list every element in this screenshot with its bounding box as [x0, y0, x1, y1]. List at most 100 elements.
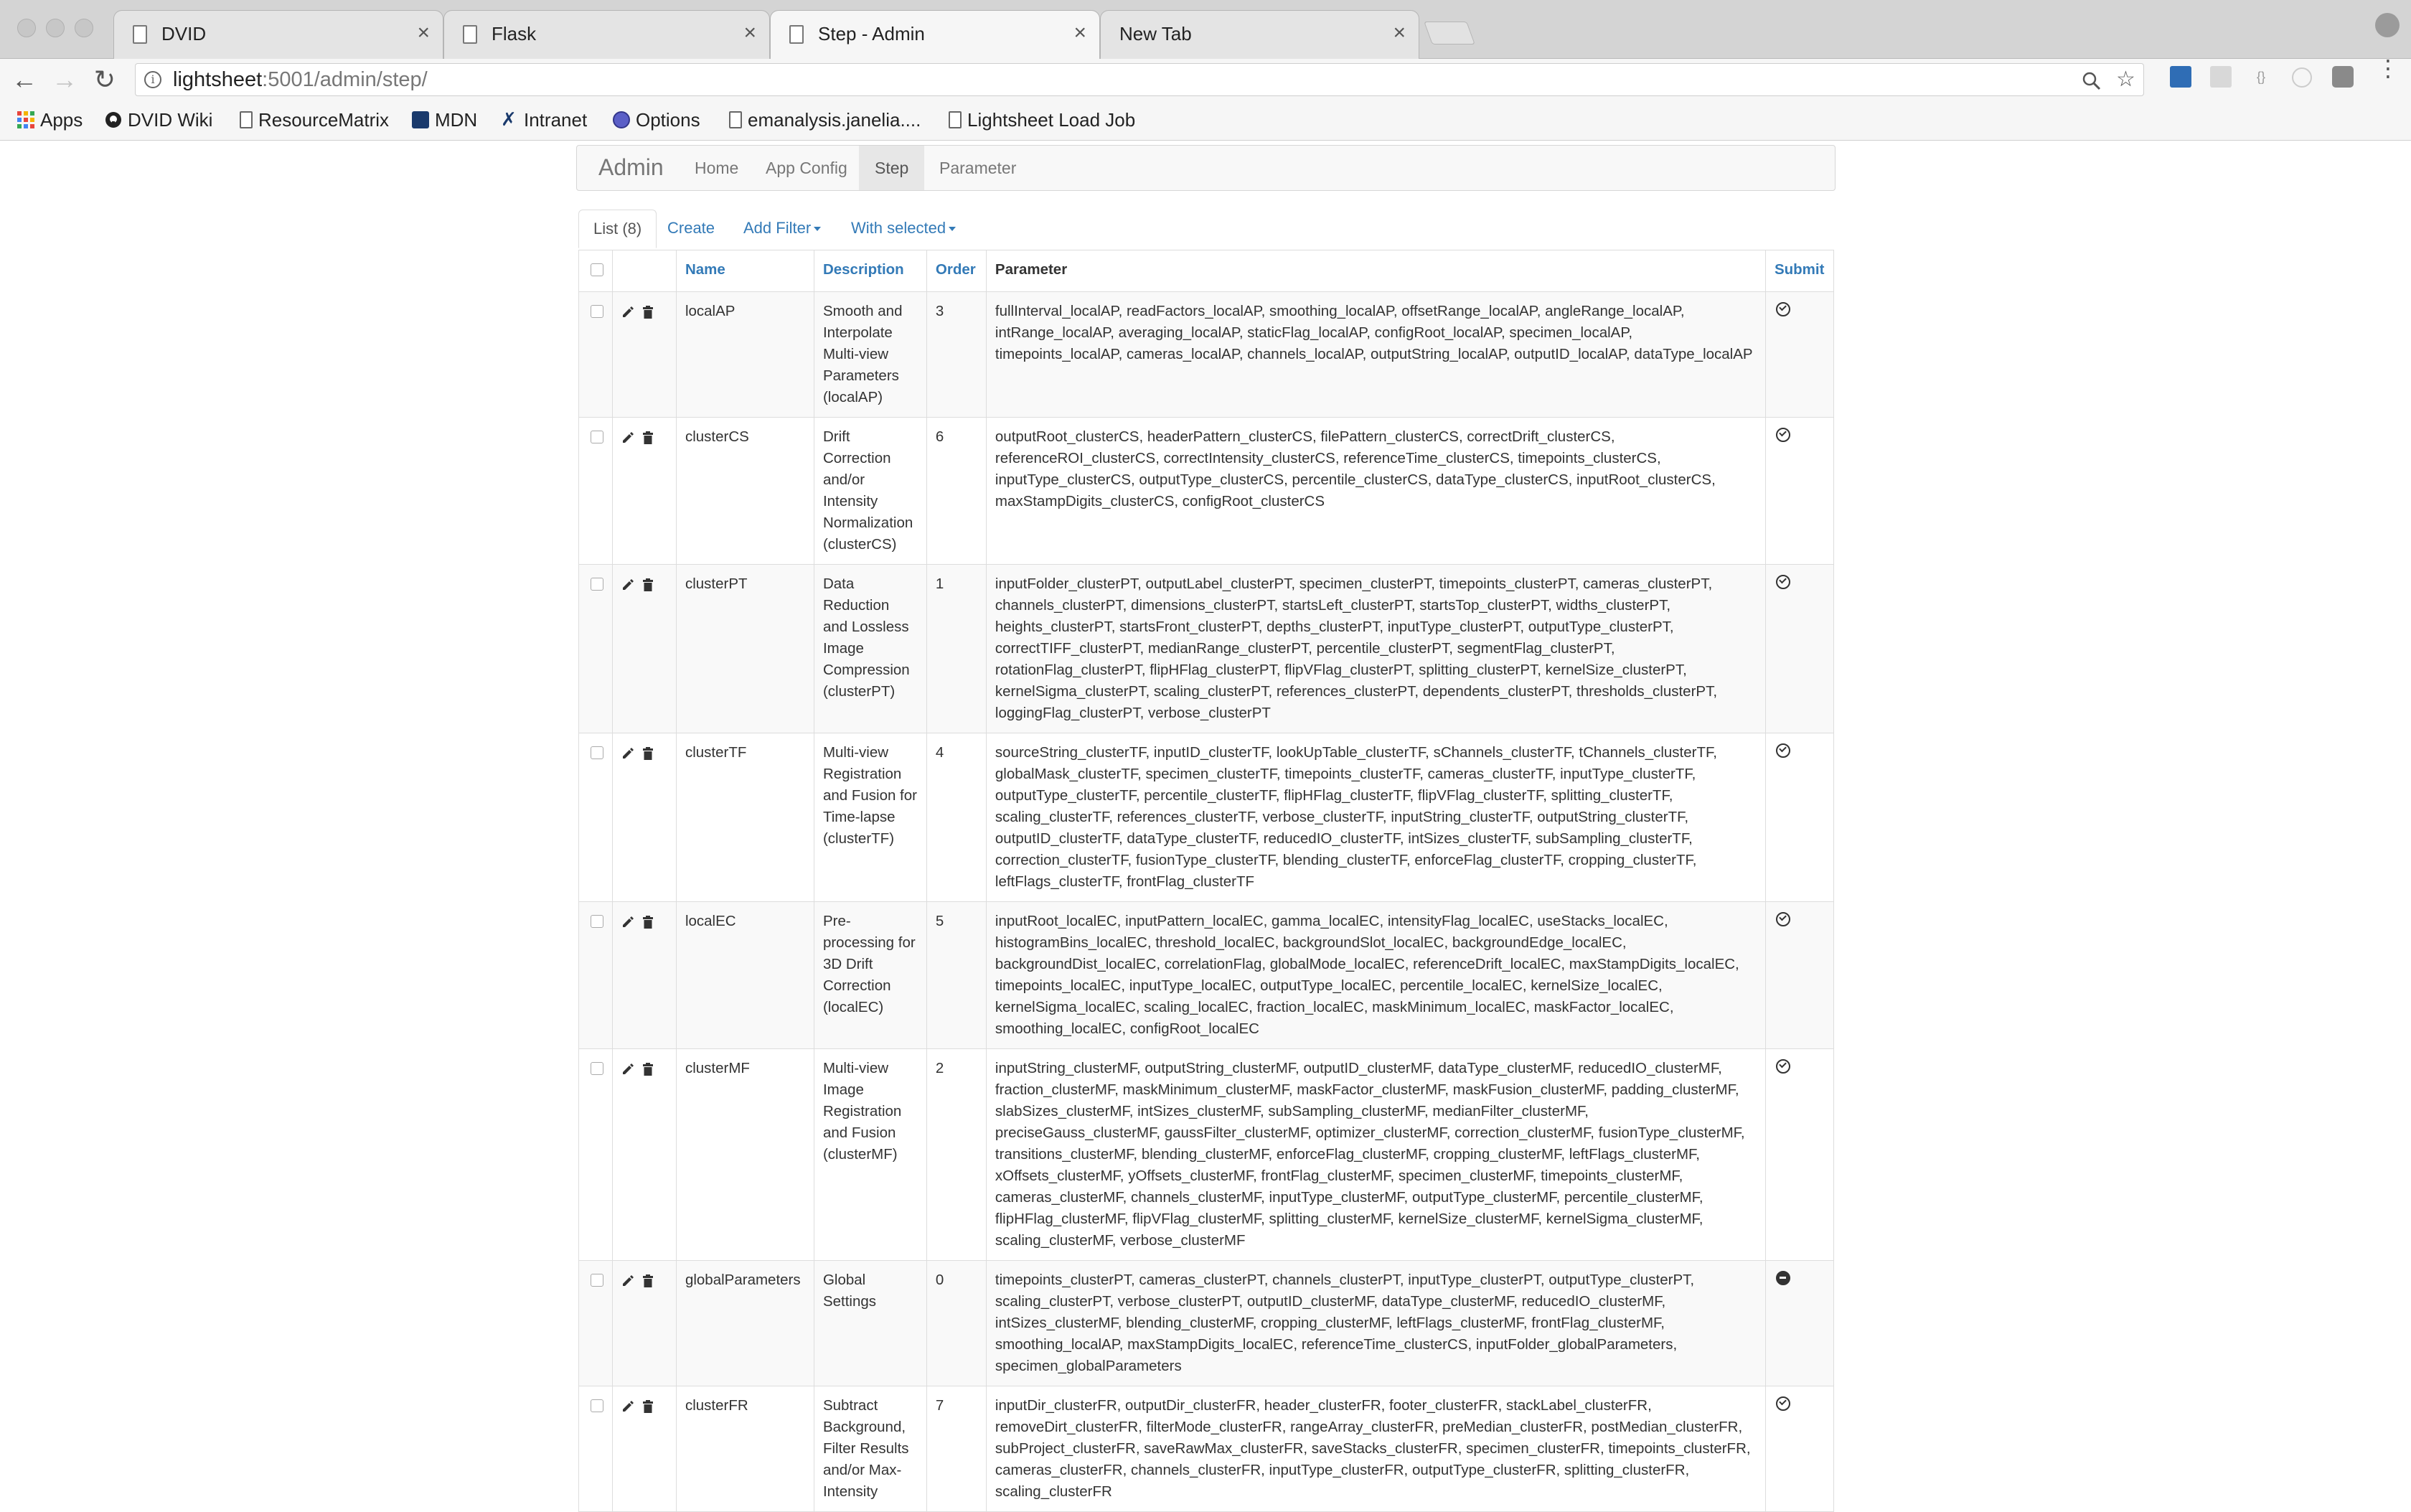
bookmark-options[interactable]: Options [613, 102, 700, 138]
edit-pencil-icon[interactable] [621, 1272, 634, 1286]
bookmark-dvid-wiki[interactable]: DVID Wiki [105, 102, 212, 138]
edit-pencil-icon[interactable] [621, 429, 634, 443]
close-tab-icon[interactable]: × [1073, 21, 1086, 45]
zoom-icon[interactable] [2082, 71, 2102, 91]
tab-step-admin[interactable]: Step - Admin × [770, 10, 1100, 60]
select-all-checkbox[interactable] [591, 263, 603, 276]
edit-pencil-icon[interactable] [621, 304, 634, 317]
bookmark-emanalysis[interactable]: emanalysis.janelia.... [729, 102, 921, 138]
delete-trash-icon[interactable] [641, 1272, 654, 1287]
row-checkbox[interactable] [591, 915, 603, 928]
close-tab-icon[interactable]: × [1393, 21, 1406, 45]
edit-pencil-icon[interactable] [621, 1061, 634, 1074]
row-submit-cell [1764, 1386, 1835, 1512]
tab-dvid[interactable]: DVID × [113, 10, 443, 59]
row-description: Multi-view Registration and Fusion for T… [813, 733, 927, 902]
close-tab-icon[interactable]: × [743, 21, 756, 45]
new-tab-button[interactable] [1424, 22, 1475, 44]
row-name: localEC [675, 901, 814, 1049]
check-circle-icon[interactable] [1775, 743, 1790, 758]
delete-trash-icon[interactable] [641, 1398, 654, 1413]
minus-circle-icon[interactable] [1775, 1271, 1790, 1285]
header-parameter: Parameter [985, 250, 1766, 292]
nav-parameter[interactable]: Parameter [923, 146, 1032, 190]
extension-icon-l[interactable] [2170, 66, 2191, 88]
check-circle-icon[interactable] [1775, 1059, 1790, 1074]
row-checkbox[interactable] [591, 1399, 603, 1412]
delete-trash-icon[interactable] [641, 576, 654, 591]
row-name: localAP [675, 291, 814, 418]
extension-icon-json[interactable]: {} [2250, 66, 2272, 88]
row-order: 4 [926, 733, 987, 902]
row-select-cell [578, 733, 613, 902]
extension-icon-square[interactable] [2332, 66, 2354, 88]
minimize-window-button[interactable] [46, 19, 65, 37]
bookmark-label: Apps [40, 108, 83, 131]
delete-trash-icon[interactable] [641, 304, 654, 319]
row-checkbox[interactable] [591, 431, 603, 443]
add-filter-label: Add Filter [743, 219, 812, 237]
bookmark-mdn[interactable]: MDN [412, 102, 477, 138]
row-actions-cell [612, 1048, 677, 1261]
actions-header [612, 250, 677, 292]
star-icon[interactable]: ☆ [2116, 67, 2135, 92]
header-submit[interactable]: Submit [1764, 250, 1835, 292]
nav-home[interactable]: Home [679, 146, 754, 190]
menu-icon[interactable]: ⋮ [2377, 57, 2400, 80]
check-circle-icon[interactable] [1775, 912, 1790, 926]
navbar-brand[interactable]: Admin [598, 154, 664, 181]
row-order: 5 [926, 901, 987, 1049]
delete-trash-icon[interactable] [641, 745, 654, 760]
close-tab-icon[interactable]: × [417, 21, 430, 45]
extension-icon-circle[interactable] [2292, 67, 2312, 88]
github-icon [105, 112, 121, 128]
row-checkbox[interactable] [591, 1062, 603, 1075]
with-selected-dropdown[interactable]: With selected [837, 210, 970, 248]
forward-button[interactable]: → [49, 65, 80, 95]
info-icon[interactable]: i [144, 71, 161, 88]
edit-pencil-icon[interactable] [621, 1398, 634, 1412]
back-button[interactable]: ← [9, 65, 40, 95]
intranet-icon: ✗ [501, 108, 517, 130]
row-checkbox[interactable] [591, 746, 603, 759]
header-description[interactable]: Description [813, 250, 927, 292]
edit-pencil-icon[interactable] [621, 745, 634, 759]
document-icon [463, 25, 477, 44]
tab-create[interactable]: Create [653, 210, 729, 248]
tab-new-tab[interactable]: New Tab × [1100, 10, 1419, 59]
row-checkbox[interactable] [591, 1274, 603, 1287]
edit-pencil-icon[interactable] [621, 914, 634, 927]
header-order[interactable]: Order [926, 250, 987, 292]
row-name: clusterFR [675, 1386, 814, 1512]
reload-button[interactable]: ↻ [89, 65, 121, 95]
edit-pencil-icon[interactable] [621, 576, 634, 590]
delete-trash-icon[interactable] [641, 914, 654, 929]
url-text[interactable]: lightsheet:5001/admin/step/ [173, 68, 428, 92]
check-circle-icon[interactable] [1775, 428, 1790, 442]
bookmark-resourcematrix[interactable]: ResourceMatrix [240, 102, 389, 138]
bookmark-label: Lightsheet Load Job [967, 108, 1136, 131]
row-actions-cell [612, 291, 677, 418]
row-checkbox[interactable] [591, 578, 603, 591]
nav-step[interactable]: Step [859, 146, 925, 190]
check-circle-icon[interactable] [1775, 302, 1790, 316]
delete-trash-icon[interactable] [641, 1061, 654, 1076]
bookmark-lightsheet-load-job[interactable]: Lightsheet Load Job [949, 102, 1135, 138]
check-circle-icon[interactable] [1775, 1396, 1790, 1411]
address-bar[interactable]: i lightsheet:5001/admin/step/ ☆ [135, 63, 2144, 96]
extension-icon-grid[interactable] [2210, 66, 2232, 88]
bookmark-intranet[interactable]: ✗ Intranet [501, 102, 587, 138]
maximize-window-button[interactable] [75, 19, 93, 37]
close-window-button[interactable] [17, 19, 36, 37]
tab-list[interactable]: List (8) [578, 210, 657, 248]
delete-trash-icon[interactable] [641, 429, 654, 444]
header-name[interactable]: Name [675, 250, 814, 292]
nav-app-config[interactable]: App Config [750, 146, 863, 190]
profile-icon[interactable] [2375, 13, 2400, 37]
row-checkbox[interactable] [591, 305, 603, 318]
row-actions-cell [612, 417, 677, 565]
check-circle-icon[interactable] [1775, 575, 1790, 589]
tab-flask[interactable]: Flask × [443, 10, 770, 59]
bookmark-apps[interactable]: Apps [17, 102, 83, 138]
add-filter-dropdown[interactable]: Add Filter [729, 210, 835, 248]
